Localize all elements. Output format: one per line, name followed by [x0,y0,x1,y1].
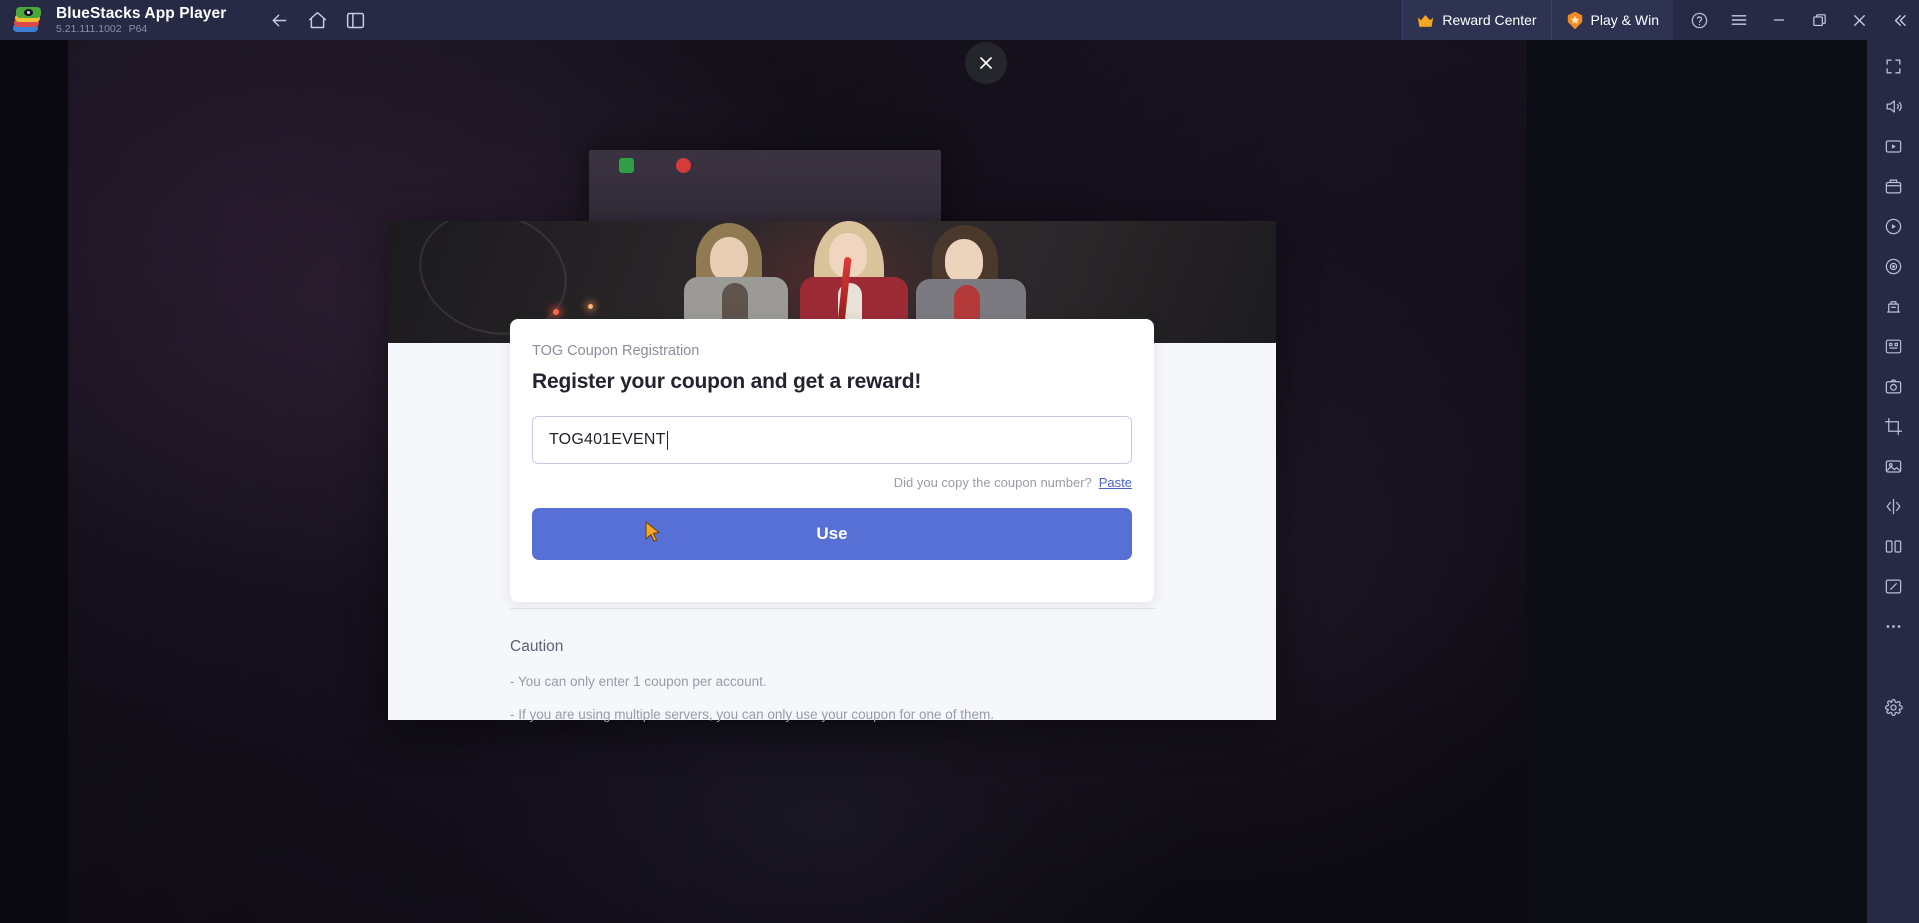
reward-center-button[interactable]: Reward Center [1402,0,1551,40]
help-button[interactable] [1679,0,1719,40]
caution-title: Caution [510,638,564,655]
coupon-registration-card: TOG Coupon Registration Register your co… [510,319,1154,602]
window-controls [1679,0,1919,40]
green-badge-icon [619,158,634,173]
banner-ember-2 [588,304,593,309]
fullscreen-button[interactable] [1867,46,1919,86]
shake-icon [1886,498,1900,514]
text-caret [666,430,668,450]
minimize-button[interactable] [1759,0,1799,40]
banner-ember-1 [553,309,559,315]
use-coupon-button[interactable]: Use [532,508,1132,560]
game-panel-badges [619,158,691,173]
coupon-code-value: TOG401EVENT [549,431,666,448]
titlebar: BlueStacks App Player 5.21.111.1002 P64 R… [0,0,1919,40]
crop-screenshot-button[interactable] [1867,406,1919,446]
caution-divider [510,608,1156,609]
ellipsis-icon [1886,624,1900,628]
crop-icon [1884,417,1902,435]
use-button-label: Use [816,524,848,543]
gallery-button[interactable] [1867,446,1919,486]
paste-link[interactable]: Paste [1099,475,1132,490]
caution-section: Caution - You can only enter 1 coupon pe… [510,638,1210,722]
coupon-helper-text: Did you copy the coupon number? [893,475,1092,490]
media-manager-icon [1885,139,1901,153]
gear-icon [1884,698,1903,716]
star-badge-icon [1566,11,1583,30]
caution-item-1: - You can only enter 1 coupon per accoun… [510,674,767,689]
target-icon [1885,258,1901,274]
eco-mode-button[interactable] [1867,286,1919,326]
camera-icon [1885,379,1901,393]
back-button[interactable] [260,0,298,40]
gallery-icon [1885,459,1901,473]
close-button[interactable] [1839,0,1879,40]
media-manager-button[interactable] [1867,126,1919,166]
left-dark-margin [0,40,68,923]
multi-instance-button[interactable] [336,0,374,40]
coupon-heading: Register your coupon and get a reward! [532,370,922,393]
sidebar-toolbar [1867,40,1919,923]
play-and-win-label: Play & Win [1590,12,1659,28]
menu-button[interactable] [1719,0,1759,40]
script-button[interactable] [1867,246,1919,286]
shake-button[interactable] [1867,486,1919,526]
trim-memory-button[interactable] [1867,566,1919,606]
sync-instance-icon [1885,539,1901,553]
crown-icon [1417,14,1434,27]
collapse-sidebar-button[interactable] [1879,0,1919,40]
titlebar-nav-group [260,0,374,40]
install-apk-button[interactable] [1867,166,1919,206]
app-build: P64 [128,22,148,35]
rpg-mode-button[interactable] [1867,326,1919,366]
eco-mode-icon [1886,300,1900,313]
install-apk-icon [1885,179,1901,193]
coupon-eyebrow-label: TOG Coupon Registration [532,343,700,359]
restore-button[interactable] [1799,0,1839,40]
more-button[interactable] [1867,606,1919,646]
record-circle-icon [1885,218,1901,234]
screenshot-button[interactable] [1867,366,1919,406]
macro-recorder-button[interactable] [1867,206,1919,246]
multi-instance-sync-button[interactable] [1867,526,1919,566]
bluestacks-logo-icon [12,5,42,35]
caution-item-2: - If you are using multiple servers, you… [510,707,995,722]
app-title-block: BlueStacks App Player 5.21.111.1002 P64 [56,5,226,36]
app-version-line: 5.21.111.1002 P64 [56,22,226,36]
app-title: BlueStacks App Player [56,4,227,22]
volume-button[interactable] [1867,86,1919,126]
home-button[interactable] [298,0,336,40]
play-and-win-button[interactable]: Play & Win [1550,0,1673,40]
coupon-code-input[interactable]: TOG401EVENT [532,416,1132,464]
app-version: 5.21.111.1002 [56,22,122,35]
close-modal-button[interactable] [965,42,1007,84]
reward-center-label: Reward Center [1442,12,1537,28]
volume-icon [1886,99,1902,113]
fullscreen-icon [1885,58,1901,74]
red-alert-badge-icon [676,158,691,173]
settings-button[interactable] [1867,687,1919,727]
close-icon [980,57,992,69]
coupon-helper-row: Did you copy the coupon number? Paste [532,475,1132,490]
trim-memory-icon [1885,579,1901,593]
game-viewport[interactable]: ID : 12000800056804 Copy Server: S 8 Sel… [68,40,1527,923]
rpg-mode-icon [1885,339,1901,353]
